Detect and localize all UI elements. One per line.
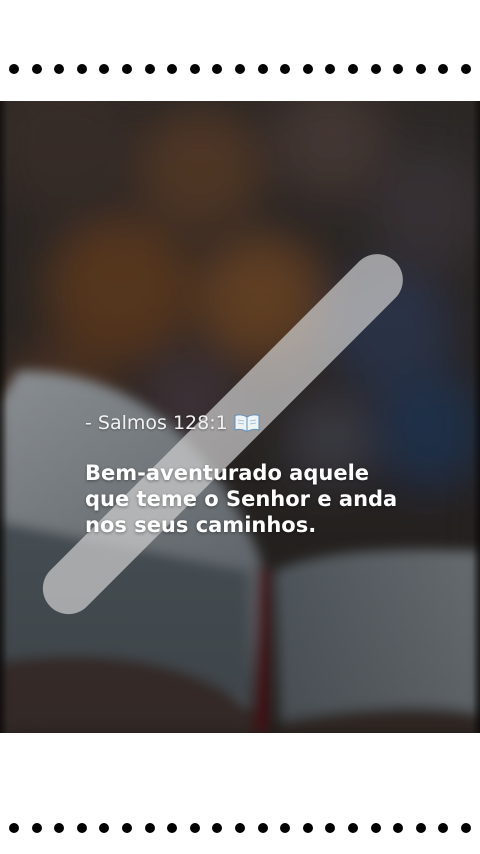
border-dot <box>189 823 200 833</box>
border-dot <box>234 64 245 74</box>
top-dots-border <box>0 59 480 79</box>
border-dot <box>347 64 358 74</box>
border-dot <box>460 823 471 833</box>
border-dot <box>189 64 200 74</box>
border-dot <box>9 64 19 74</box>
border-dot <box>9 823 19 833</box>
border-dot <box>144 823 155 833</box>
border-dot <box>325 823 336 833</box>
border-dot <box>31 64 42 74</box>
border-dot <box>257 64 268 74</box>
border-dot <box>31 823 42 833</box>
border-dot <box>54 64 65 74</box>
verse-reference: - Salmos 128:1 <box>85 412 228 434</box>
border-dot <box>415 64 426 74</box>
border-dot <box>99 823 110 833</box>
border-dot <box>212 823 223 833</box>
border-dot <box>212 64 223 74</box>
border-dot <box>370 64 381 74</box>
border-dot <box>393 64 404 74</box>
border-dot <box>302 64 313 74</box>
border-dot <box>325 64 336 74</box>
border-dot <box>167 64 178 74</box>
border-dot <box>393 823 404 833</box>
border-dot <box>438 823 449 833</box>
border-dot <box>370 823 381 833</box>
border-dot <box>76 823 87 833</box>
border-dot <box>54 823 65 833</box>
verse-caption: - Salmos 128:1 Bem-aventurado aquele que… <box>85 410 425 538</box>
border-dot <box>234 823 245 833</box>
border-dot <box>99 64 110 74</box>
border-dot <box>347 823 358 833</box>
border-dot <box>121 64 132 74</box>
open-book-icon <box>234 413 260 433</box>
bottom-dots-border <box>0 818 480 838</box>
verse-text: Bem-aventurado aquele que teme o Senhor … <box>85 461 398 537</box>
verse-reference-row: - Salmos 128:1 <box>85 410 425 436</box>
border-dot <box>144 64 155 74</box>
border-dot <box>167 823 178 833</box>
border-dot <box>280 64 291 74</box>
border-dot <box>121 823 132 833</box>
border-dot <box>438 64 449 74</box>
border-dot <box>460 64 471 74</box>
border-dot <box>76 64 87 74</box>
border-dot <box>302 823 313 833</box>
border-dot <box>257 823 268 833</box>
border-dot <box>415 823 426 833</box>
border-dot <box>280 823 291 833</box>
